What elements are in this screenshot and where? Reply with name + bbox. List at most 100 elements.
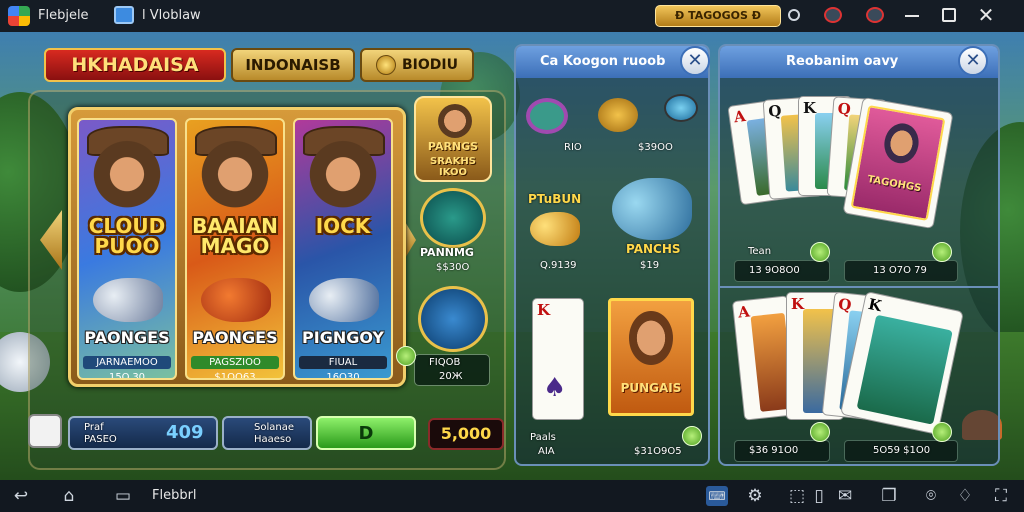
tab-title[interactable]: l Vloblaw [142, 8, 201, 23]
location-icon[interactable]: ⌾ [920, 486, 942, 506]
medal2-info: FIQOB 20Ж [414, 354, 490, 386]
card-rank-a: A [732, 106, 747, 127]
camera-icon[interactable] [824, 7, 842, 23]
stat-row-2: 13 O7O 79 [844, 260, 958, 282]
card-caption: PAONGES [84, 328, 170, 347]
confirm-green-icon[interactable] [396, 346, 416, 366]
card-rank-a: A [737, 302, 751, 322]
character-portrait [305, 128, 381, 212]
portrait-card-label: PUNGAIS [620, 381, 682, 395]
card-value: $1OO63 [214, 372, 256, 380]
card-label: FIUAL [299, 356, 387, 369]
coin-icon [376, 55, 396, 75]
card-title: BAAIAN MAGO [192, 214, 278, 258]
fish2-label: PANCHS [626, 242, 681, 256]
phone-icon[interactable]: ▯ [808, 486, 830, 506]
mail-icon[interactable]: ✉ [834, 486, 856, 506]
tab-gold[interactable]: BIODIU [360, 48, 474, 82]
dice-icon[interactable] [28, 414, 62, 448]
gold-medal-icon[interactable] [420, 188, 486, 248]
portrait-card[interactable]: PUNGAIS [608, 298, 694, 416]
fish-label: PTuBUN [528, 192, 582, 206]
bottom-nav-bar: ↩ ⌂ ▭ Flebbrl ⌨ ⚙ ⬚ ▯ ✉ ❐ ⌾ ♢ ⛶ [0, 480, 1024, 512]
big-fish-icon [612, 178, 692, 240]
spin-button-label: D [358, 423, 374, 444]
multi-window-icon[interactable]: ❐ [878, 486, 900, 506]
row4-value: 5O59 $1O0 [873, 445, 931, 456]
star-medal-icon[interactable] [418, 286, 488, 352]
record-icon[interactable] [866, 7, 884, 23]
row2-value: 13 O7O 79 [873, 265, 927, 276]
fullscreen-icon[interactable]: ⛶ [990, 486, 1012, 506]
medal1-label: PANNMG [420, 246, 474, 259]
minimize-icon[interactable] [905, 15, 919, 17]
item1-value: RIO [564, 142, 582, 153]
card-rank-k: K [803, 99, 817, 117]
confirm-green-icon[interactable] [682, 426, 702, 446]
playing-card-king[interactable]: K ♠ [532, 298, 584, 420]
recent-apps-icon[interactable]: ▭ [112, 486, 134, 506]
restore-icon[interactable] [942, 8, 956, 22]
item2-value: $39OO [638, 142, 673, 153]
close-icon[interactable]: ✕ [976, 4, 996, 26]
title-bar: Flebjele l Vloblaw Ð TAGOGOS Ð ✕ [0, 0, 1024, 32]
slot-card-2[interactable]: BAAIAN MAGO PAONGES PAGSZIOO $1OO63 [185, 118, 285, 380]
slot-frame: CLOUD PUOO PAONGES JARNAEMOO 15O.30 BAAI… [68, 107, 406, 387]
confirm-green-icon[interactable] [810, 422, 830, 442]
stat-row-4: 5O59 $1O0 [844, 440, 958, 462]
bottom-value: $31O9O5 [634, 446, 682, 457]
featured-card[interactable]: TAGOHGS [842, 96, 954, 230]
shell-icon [201, 278, 271, 322]
coin-badge[interactable]: Ð TAGOGOS Ð [655, 5, 781, 27]
badge-subtitle: SRAKHS IKOO [430, 156, 476, 178]
bet-control[interactable]: Praf PASEO 409 [68, 416, 218, 450]
card-value: 15O.30 [108, 372, 146, 380]
tab-gold-label: BIODIU [402, 57, 458, 73]
back-icon[interactable]: ↩ [10, 486, 32, 506]
main-title: HKHADAISA [71, 54, 199, 76]
confirm-green-icon[interactable] [810, 242, 830, 262]
slot-card-1[interactable]: CLOUD PUOO PAONGES JARNAEMOO 15O.30 [77, 118, 177, 380]
stat-row-3: $36 91O0 [734, 440, 830, 462]
stat-row-1: 13 9O8O0 [734, 260, 830, 282]
info-icon[interactable] [788, 9, 800, 21]
lines-label-1: Solanae [254, 422, 294, 433]
medal1-value: $$30O [436, 262, 470, 273]
right-panel-close-button[interactable]: ✕ [958, 46, 988, 76]
tab-indonesia[interactable]: INDONAISB [231, 48, 355, 82]
right-panel-title: Reobanim oavy [786, 54, 899, 69]
confirm-green-icon[interactable] [932, 422, 952, 442]
tab-indonesia-label: INDONAISB [245, 56, 341, 74]
spin-button[interactable]: D [316, 416, 416, 450]
lines-control[interactable]: Solanae Haaeso [222, 416, 312, 450]
card-value: 16O30 [326, 372, 360, 380]
fish2-value: $19 [640, 260, 660, 271]
middle-panel-title: Ca Koogon ruoob [540, 54, 666, 69]
card-label: PAGSZIOO [191, 356, 279, 369]
screenshot-icon[interactable]: ⬚ [786, 486, 808, 506]
divider [720, 286, 998, 288]
coin-badge-text: Ð TAGOGOS Ð [675, 9, 761, 22]
row1-value: 13 9O8O0 [749, 265, 800, 276]
gem-icon [664, 94, 698, 122]
window-icon[interactable] [114, 6, 134, 24]
slot-card-3[interactable]: IOCK PIGNGOY FIUAL 16O30 [293, 118, 393, 380]
medal2-value2: 20Ж [439, 371, 463, 382]
confirm-green-icon[interactable] [932, 242, 952, 262]
character-portrait [89, 128, 165, 212]
fish-icon [93, 278, 163, 322]
fish-value: Q.9139 [540, 260, 577, 271]
pot-icon [598, 98, 638, 132]
parngs-badge[interactable]: PARNGS SRAKHS IKOO [414, 96, 492, 182]
vibrate-icon[interactable]: ♢ [954, 486, 976, 506]
keyboard-icon[interactable]: ⌨ [706, 486, 728, 506]
middle-panel-close-button[interactable]: ✕ [680, 46, 710, 76]
home-icon[interactable]: ⌂ [58, 486, 80, 506]
card-title: CLOUD PUOO [88, 214, 166, 258]
balance-display: 5,000 [428, 418, 504, 450]
bottom-label-2: AIA [538, 446, 555, 457]
card-caption: PIGNGOY [302, 328, 384, 347]
row1-label: Tean [748, 246, 772, 257]
amulet-icon [526, 98, 568, 134]
settings-icon[interactable]: ⚙ [744, 486, 766, 506]
